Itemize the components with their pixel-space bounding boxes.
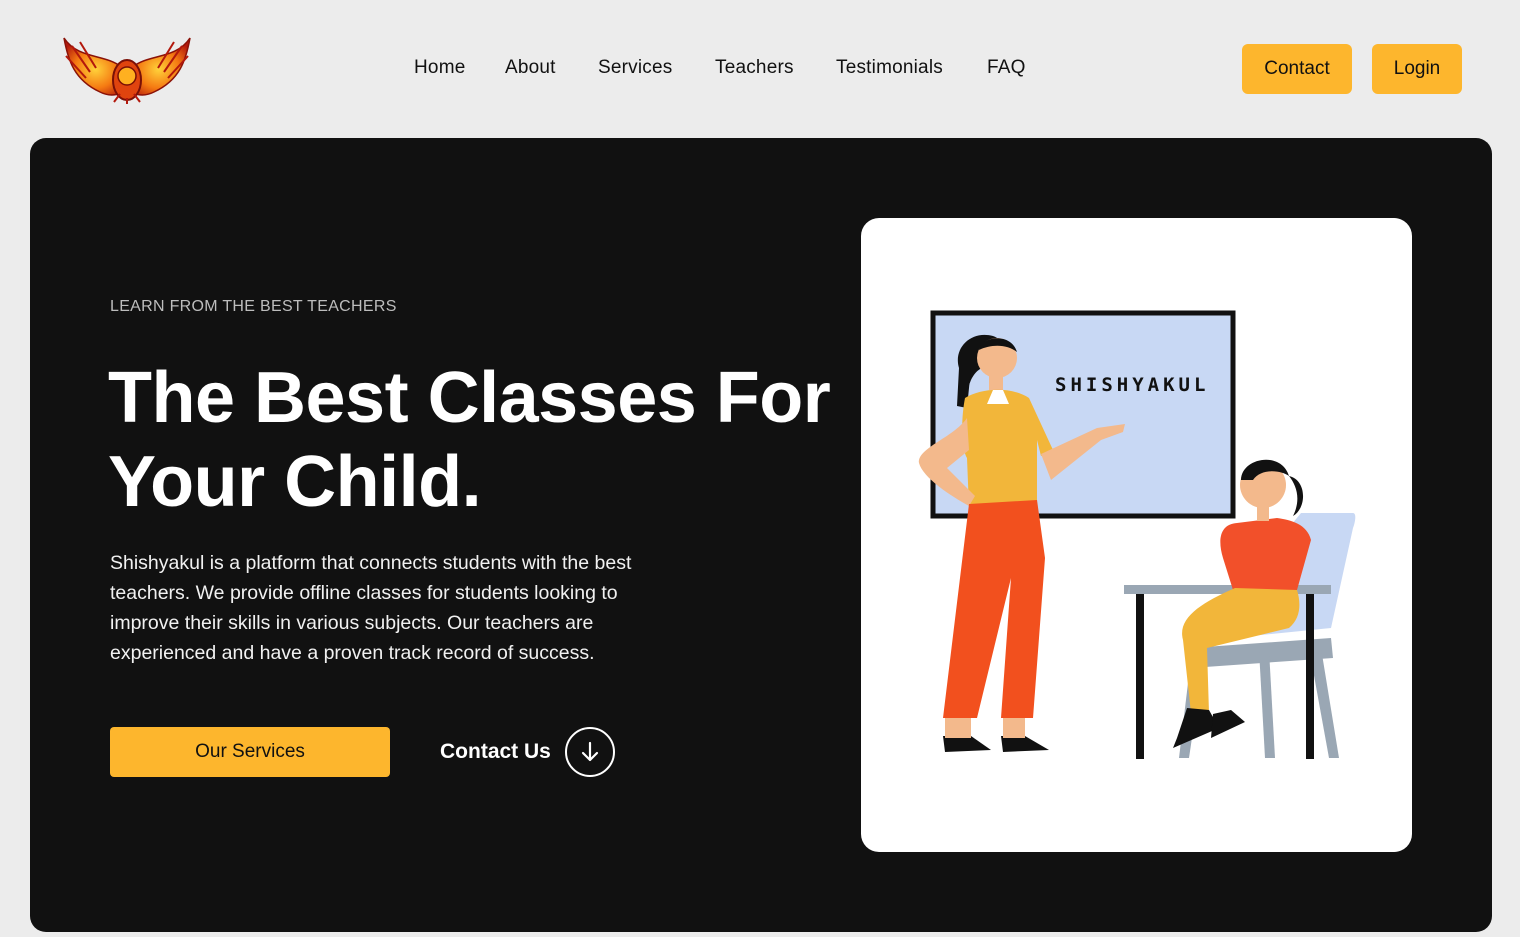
- headline-line-1: The Best Classes For: [108, 358, 831, 438]
- nav-teachers[interactable]: Teachers: [715, 57, 794, 79]
- nav-about[interactable]: About: [505, 57, 556, 79]
- contact-button[interactable]: Contact: [1242, 44, 1352, 94]
- board-text: SHISHYAKUL: [1055, 374, 1209, 396]
- nav-home[interactable]: Home: [414, 57, 465, 79]
- headline-line-2: Your Child.: [108, 442, 482, 522]
- contact-us-link[interactable]: Contact Us: [440, 727, 615, 777]
- arrow-down-icon[interactable]: [564, 727, 615, 777]
- hero-eyebrow: LEARN FROM THE BEST TEACHERS: [110, 298, 397, 315]
- top-navbar: Home About Services Teachers Testimonial…: [0, 0, 1520, 138]
- hero-illustration-card: SHISHYAKUL: [861, 218, 1412, 852]
- nav-faq[interactable]: FAQ: [987, 57, 1026, 79]
- hero-headline: The Best Classes For Your Child.: [108, 356, 848, 524]
- phoenix-logo[interactable]: [60, 32, 194, 104]
- contact-us-label: Contact Us: [440, 740, 551, 763]
- hero-section: LEARN FROM THE BEST TEACHERS The Best Cl…: [30, 138, 1492, 932]
- hero-description: Shishyakul is a platform that connects s…: [110, 552, 632, 664]
- login-button[interactable]: Login: [1372, 44, 1462, 94]
- our-services-button[interactable]: Our Services: [110, 727, 390, 777]
- nav-testimonials[interactable]: Testimonials: [836, 57, 943, 79]
- nav-services[interactable]: Services: [598, 57, 672, 79]
- classroom-illustration: SHISHYAKUL: [918, 310, 1356, 759]
